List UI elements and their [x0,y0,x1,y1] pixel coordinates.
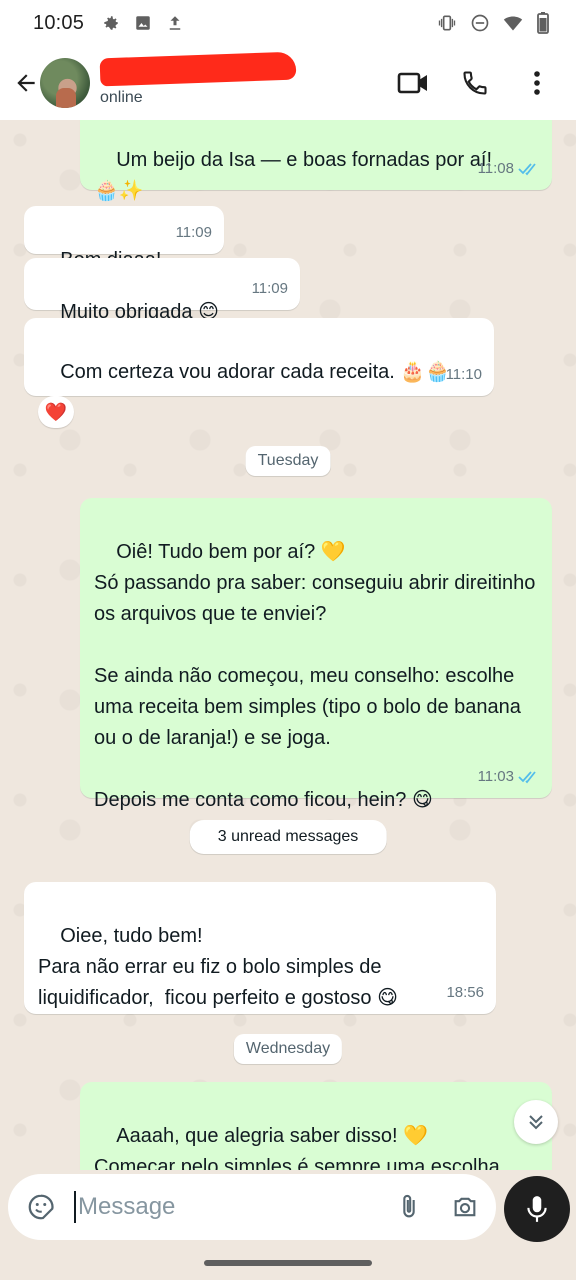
microphone-icon [527,1196,547,1222]
home-gesture-handle[interactable] [204,1260,372,1266]
paperclip-icon [403,1194,415,1218]
message-input-container [8,1174,496,1240]
video-call-button[interactable] [396,66,430,100]
date-divider-wednesday: Wednesday [233,1034,343,1064]
sticker-icon [28,1194,54,1220]
image-icon [136,16,150,30]
status-bar: 10:05 [0,0,576,46]
scroll-to-bottom-button[interactable] [514,1100,558,1144]
message-time: 11:09 [251,280,288,297]
double-check-read-icon [518,162,536,175]
upload-icon [169,16,181,30]
message-time: 11:09 [175,224,212,241]
message-bubble-outgoing[interactable]: Oiê! Tudo bem por aí? 💛 Só passando pra … [80,498,552,811]
voice-message-button[interactable] [504,1176,570,1242]
more-options-icon [534,71,540,95]
message-bubble-incoming[interactable]: Bom diaaa! 11:09 [24,206,224,271]
message-time: 11:10 [445,366,482,383]
contact-info[interactable]: online [99,51,297,107]
voice-call-icon [463,71,487,95]
voice-call-button[interactable] [458,66,492,100]
gear-icon [104,16,118,30]
unread-messages-divider: 3 unread messages [189,820,387,854]
system-navigation-bar [0,1254,576,1280]
double-chevron-down-icon [529,1115,543,1130]
message-text: Com certeza vou adorar cada receita. 🎂🧁 [60,361,451,383]
wifi-icon [503,16,523,31]
message-time: 11:08 [477,160,514,177]
video-call-icon [397,72,427,94]
do-not-disturb-icon [471,14,489,32]
message-text: Um beijo da Isa — e boas fornadas por aí… [94,149,492,202]
composer-bar [0,1170,576,1254]
message-bubble-outgoing[interactable]: Aaaah, que alegria saber disso! 💛 Começa… [80,1082,552,1170]
message-time: 11:03 [477,768,514,785]
more-options-button[interactable] [520,66,554,100]
status-time: 10:05 [33,11,85,34]
vibrate-icon [438,15,456,31]
contact-name-redaction [99,51,297,87]
message-bubble-incoming[interactable]: Com certeza vou adorar cada receita. 🎂🧁 … [24,318,494,396]
avatar[interactable] [40,58,90,108]
message-time: 18:56 [446,984,484,1001]
message-bubble-outgoing[interactable]: Um beijo da Isa — e boas fornadas por aí… [80,120,552,202]
battery-icon [537,12,549,34]
date-divider-tuesday: Tuesday [245,446,331,476]
message-text: Aaaah, que alegria saber disso! 💛 Começa… [94,1125,500,1170]
contact-status: online [100,89,143,106]
message-text: Oiê! Tudo bem por aí? 💛 Só passando pra … [94,541,536,811]
arrow-left-icon [17,74,35,92]
message-bubble-incoming[interactable]: Oiee, tudo bem! Para não errar eu fiz o … [24,882,496,1014]
message-bubble-incoming[interactable]: Muito obrigada 😊 11:09 [24,258,300,323]
attach-button[interactable] [392,1190,426,1224]
camera-icon [454,1197,476,1217]
heart-reaction[interactable]: ❤️ [38,396,74,428]
camera-button[interactable] [448,1190,482,1224]
message-list[interactable]: Um beijo da Isa — e boas fornadas por aí… [0,120,576,1170]
chat-header: online [0,46,576,120]
message-text: Oiee, tudo bem! Para não errar eu fiz o … [38,925,398,1009]
double-check-read-icon [518,770,536,783]
message-input[interactable] [74,1191,374,1223]
sticker-button[interactable] [24,1190,58,1224]
